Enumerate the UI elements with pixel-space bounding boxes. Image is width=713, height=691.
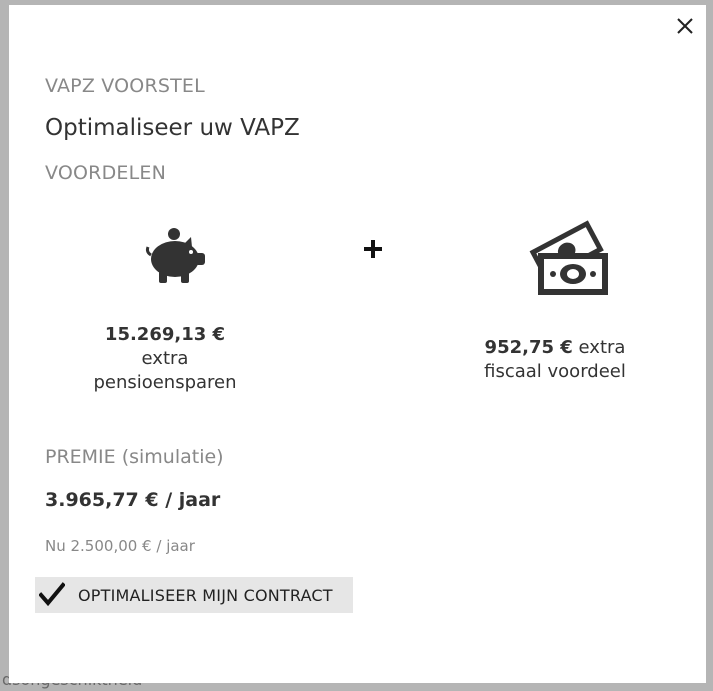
benefit-tax-line2: fiscaal voordeel <box>484 361 626 382</box>
close-button[interactable] <box>674 15 696 37</box>
premium-current: Nu 2.500,00 € / jaar <box>45 537 195 555</box>
benefit-pension-line2: pensioensparen <box>93 372 237 393</box>
optimize-contract-label: OPTIMALISEER MIJN CONTRACT <box>78 585 333 605</box>
benefit-tax: 952,75 € extra fiscaal voordeel <box>457 336 653 384</box>
benefits-label: VOORDELEN <box>45 162 167 184</box>
vapz-modal: VAPZ VOORSTEL Optimaliseer uw VAPZ VOORD… <box>9 5 706 683</box>
benefit-pension: 15.269,13 € extra pensioensparen <box>65 323 265 395</box>
premium-label: PREMIE (simulatie) <box>45 446 224 468</box>
money-bills-icon <box>529 220 608 295</box>
benefit-pension-amount: 15.269,13 € <box>104 324 226 345</box>
benefit-pension-line1: extra <box>141 348 189 369</box>
premium-value: 3.965,77 € / jaar <box>45 489 221 511</box>
close-icon <box>677 18 693 34</box>
benefit-tax-suffix: extra <box>572 337 626 358</box>
section-label: VAPZ VOORSTEL <box>45 75 205 97</box>
optimize-contract-button[interactable]: OPTIMALISEER MIJN CONTRACT <box>35 577 353 613</box>
piggy-bank-icon <box>145 228 205 283</box>
checkmark-icon <box>39 582 65 607</box>
plus-icon <box>364 240 382 258</box>
modal-title: Optimaliseer uw VAPZ <box>45 115 300 141</box>
benefit-tax-amount: 952,75 € <box>484 337 573 358</box>
